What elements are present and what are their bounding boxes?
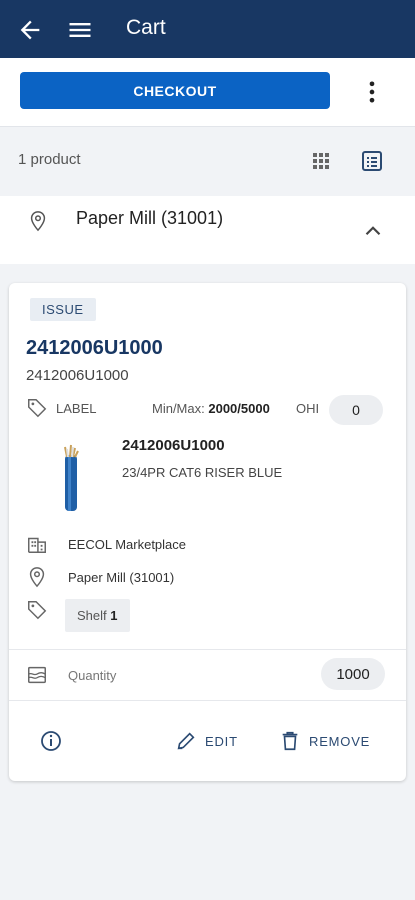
- building-icon: [26, 533, 48, 555]
- label-text: LABEL: [56, 401, 97, 416]
- status-badge: ISSUE: [30, 298, 96, 321]
- remove-label: REMOVE: [309, 733, 371, 749]
- product-title: 2412006U1000: [122, 437, 225, 454]
- trash-icon: [282, 731, 298, 751]
- page-title: Cart: [126, 16, 166, 39]
- ohi-value: 0: [329, 395, 383, 425]
- checkout-button[interactable]: CHECKOUT: [20, 72, 330, 109]
- product-count: 1 product: [18, 151, 81, 168]
- minmax: Min/Max: 2000/5000: [152, 401, 270, 416]
- location-header[interactable]: Paper Mill (31001): [0, 196, 415, 264]
- location-row: Paper Mill (31001): [26, 566, 386, 592]
- supplier-row: EECOL Marketplace: [26, 533, 386, 559]
- card-actions: EDIT REMOVE: [9, 713, 406, 769]
- summary-bar: 1 product: [0, 127, 415, 195]
- shelf-label: Shelf: [77, 608, 107, 623]
- divider: [9, 700, 406, 701]
- chevron-up-icon[interactable]: [360, 218, 386, 244]
- part-number: 2412006U1000: [26, 337, 163, 359]
- location-name: Paper Mill (31001): [76, 208, 224, 228]
- quantity-row: Quantity 1000: [9, 650, 406, 700]
- shelf-value: 1: [110, 608, 118, 623]
- tag-icon: [26, 397, 48, 419]
- ohi-label: OHI: [296, 401, 320, 416]
- hamburger-menu-icon[interactable]: [66, 16, 94, 44]
- shelf-chip: Shelf 1: [65, 599, 130, 632]
- supplier-name: EECOL Marketplace: [68, 537, 187, 552]
- list-view-icon[interactable]: [360, 149, 384, 173]
- pencil-icon: [177, 732, 195, 750]
- edit-button[interactable]: EDIT: [175, 729, 238, 753]
- product-description: 23/4PR CAT6 RISER BLUE: [122, 465, 283, 480]
- cart-item-card: ISSUE 2412006U1000 2412006U1000 LABEL Mi…: [9, 283, 406, 781]
- quantity-icon: [26, 664, 48, 686]
- tag-icon: [26, 599, 48, 621]
- action-bar: CHECKOUT: [0, 58, 415, 127]
- part-number-secondary: 2412006U1000: [26, 367, 129, 384]
- quantity-label: Quantity: [68, 668, 117, 683]
- minmax-value: 2000/5000: [208, 401, 270, 416]
- item-location: Paper Mill (31001): [68, 570, 175, 585]
- location-pin-icon: [26, 566, 48, 588]
- product-thumbnail: [55, 443, 87, 513]
- minmax-label: Min/Max:: [152, 401, 205, 416]
- edit-label: EDIT: [205, 733, 238, 749]
- grid-view-icon[interactable]: [309, 149, 333, 173]
- more-vert-icon[interactable]: [358, 78, 386, 106]
- quantity-value[interactable]: 1000: [321, 658, 385, 690]
- location-pin-icon: [27, 210, 49, 232]
- info-icon[interactable]: [39, 729, 63, 753]
- label-row: LABEL Min/Max: 2000/5000 OHI 0: [26, 395, 396, 429]
- remove-button[interactable]: REMOVE: [279, 729, 370, 753]
- back-arrow-icon[interactable]: [16, 16, 44, 44]
- app-bar: Cart: [0, 0, 415, 58]
